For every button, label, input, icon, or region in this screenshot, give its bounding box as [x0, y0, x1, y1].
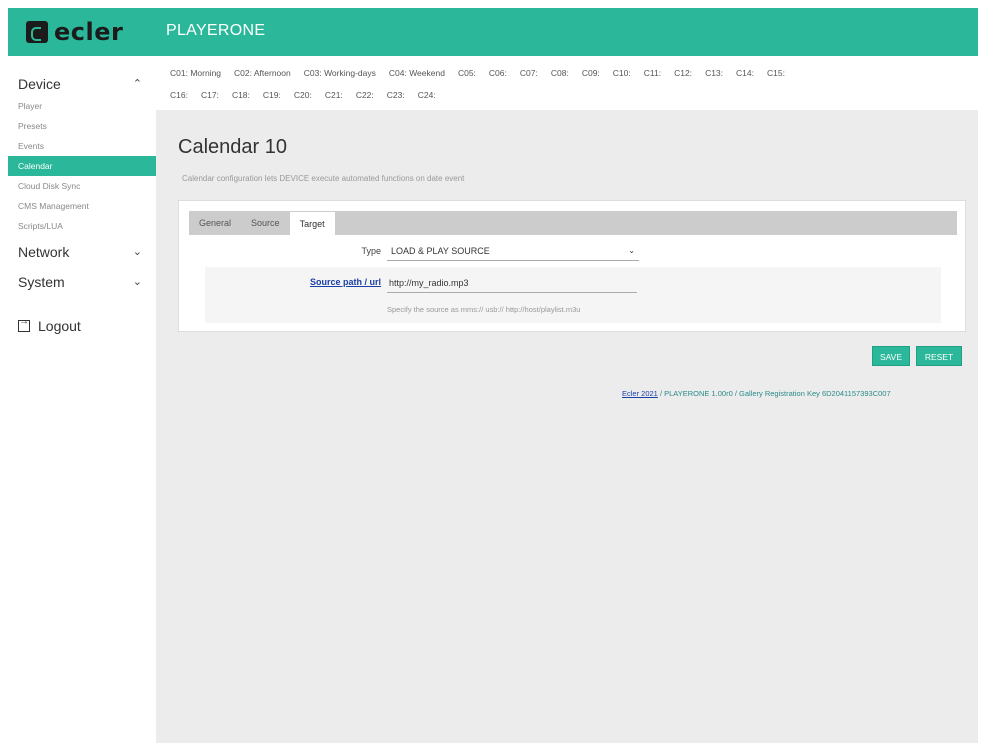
- caret-down-icon: ⌄: [628, 246, 635, 255]
- sidebar-item-events[interactable]: Events: [8, 136, 156, 156]
- calendar-item[interactable]: C19:: [263, 90, 281, 100]
- tab-target[interactable]: Target: [289, 211, 335, 235]
- calendar-item[interactable]: C15:: [767, 68, 785, 78]
- calendar-item[interactable]: C20:: [294, 90, 312, 100]
- calendar-item[interactable]: C08:: [551, 68, 569, 78]
- sidebar-item-cms-management[interactable]: CMS Management: [8, 196, 156, 216]
- calendar-item[interactable]: C16:: [170, 90, 188, 100]
- sidebar-item-cloud-disk-sync[interactable]: Cloud Disk Sync: [8, 176, 156, 196]
- calendar-item[interactable]: C18:: [232, 90, 250, 100]
- tab-source[interactable]: Source: [241, 211, 290, 235]
- calendar-item[interactable]: C06:: [489, 68, 507, 78]
- ecler-logo-mark: [26, 21, 48, 43]
- sidebar-item-calendar[interactable]: Calendar: [8, 156, 156, 176]
- calendar-item[interactable]: C03: Working-days: [304, 68, 376, 78]
- calendar-item[interactable]: C02: Afternoon: [234, 68, 291, 78]
- chevron-down-icon: ⌄: [132, 246, 142, 258]
- calendar-item[interactable]: C04: Weekend: [389, 68, 445, 78]
- nav-group-device[interactable]: Device ⌃: [8, 72, 156, 96]
- app-title: PLAYERONE: [166, 22, 266, 39]
- source-path-input[interactable]: http://my_radio.mp3: [387, 273, 637, 293]
- logout-button[interactable]: Logout: [18, 316, 81, 334]
- calendar-item[interactable]: C24:: [418, 90, 436, 100]
- type-select[interactable]: LOAD & PLAY SOURCE ⌄: [387, 241, 639, 261]
- calendar-item[interactable]: C10:: [613, 68, 631, 78]
- source-path-value: http://my_radio.mp3: [389, 278, 469, 288]
- type-row: Type LOAD & PLAY SOURCE ⌄: [189, 241, 957, 265]
- logo-text: ecler: [54, 18, 124, 46]
- footer: Ecler 2021 / PLAYERONE 1.00r0 / Gallery …: [622, 389, 891, 398]
- nav-group-network[interactable]: Network ⌄: [8, 240, 156, 264]
- app-header: ecler PLAYERONE: [8, 8, 978, 56]
- page-description: Calendar configuration lets DEVICE execu…: [182, 174, 465, 183]
- chevron-up-icon: ⌃: [132, 78, 142, 90]
- save-button[interactable]: SAVE: [872, 346, 910, 366]
- nav-group-system[interactable]: System ⌄: [8, 270, 156, 294]
- calendar-item[interactable]: C14:: [736, 68, 754, 78]
- source-path-label[interactable]: Source path / url: [265, 277, 381, 287]
- main-content: C01: Morning C02: Afternoon C03: Working-d…: [156, 56, 978, 743]
- calendar-item[interactable]: C13:: [705, 68, 723, 78]
- calendar-config-panel: General Source Target Type LOAD & PLAY S…: [178, 200, 966, 332]
- footer-link[interactable]: Ecler 2021: [622, 389, 658, 398]
- nav-group-label: Device: [18, 76, 61, 92]
- chevron-down-icon: ⌄: [132, 276, 142, 288]
- calendar-item[interactable]: C05:: [458, 68, 476, 78]
- ecler-logo: ecler: [26, 20, 123, 44]
- calendar-item[interactable]: C23:: [387, 90, 405, 100]
- calendar-item[interactable]: C22:: [356, 90, 374, 100]
- source-path-group: Source path / url http://my_radio.mp3 Sp…: [205, 267, 941, 323]
- calendar-item[interactable]: C01: Morning: [170, 68, 221, 78]
- sidebar: Device ⌃ Player Presets Events Calendar …: [8, 56, 156, 743]
- logout-icon: [18, 316, 30, 332]
- tab-bar: General Source Target: [189, 211, 957, 235]
- calendar-item[interactable]: C11:: [644, 68, 661, 78]
- app-window: ecler PLAYERONE Device ⌃ Player Presets …: [8, 8, 978, 743]
- page-title: Calendar 10: [178, 136, 287, 158]
- sidebar-item-presets[interactable]: Presets: [8, 116, 156, 136]
- calendar-item[interactable]: C12:: [674, 68, 692, 78]
- footer-text: / PLAYERONE 1.00r0 / Gallery Registratio…: [657, 389, 891, 398]
- logout-label: Logout: [38, 318, 81, 334]
- calendar-item[interactable]: C17:: [201, 90, 219, 100]
- calendar-row-1: C01: Morning C02: Afternoon C03: Working-d…: [170, 62, 978, 84]
- nav-group-label: System: [18, 274, 65, 290]
- source-path-hint: Specify the source as mms:// usb:// http…: [387, 305, 581, 314]
- tab-general[interactable]: General: [189, 211, 241, 235]
- calendar-item[interactable]: C07:: [520, 68, 538, 78]
- calendar-selector-bar: C01: Morning C02: Afternoon C03: Working-d…: [156, 56, 978, 110]
- type-select-value: LOAD & PLAY SOURCE: [391, 246, 490, 256]
- sidebar-item-scripts-lua[interactable]: Scripts/LUA: [8, 216, 156, 236]
- calendar-item[interactable]: C21:: [325, 90, 343, 100]
- calendar-item[interactable]: C09:: [582, 68, 600, 78]
- type-label: Type: [361, 246, 381, 256]
- calendar-row-2: C16: C17: C18: C19: C20: C21: C22: C23: C24:: [170, 84, 978, 106]
- nav-group-label: Network: [18, 244, 70, 260]
- reset-button[interactable]: RESET: [916, 346, 962, 366]
- sidebar-item-player[interactable]: Player: [8, 96, 156, 116]
